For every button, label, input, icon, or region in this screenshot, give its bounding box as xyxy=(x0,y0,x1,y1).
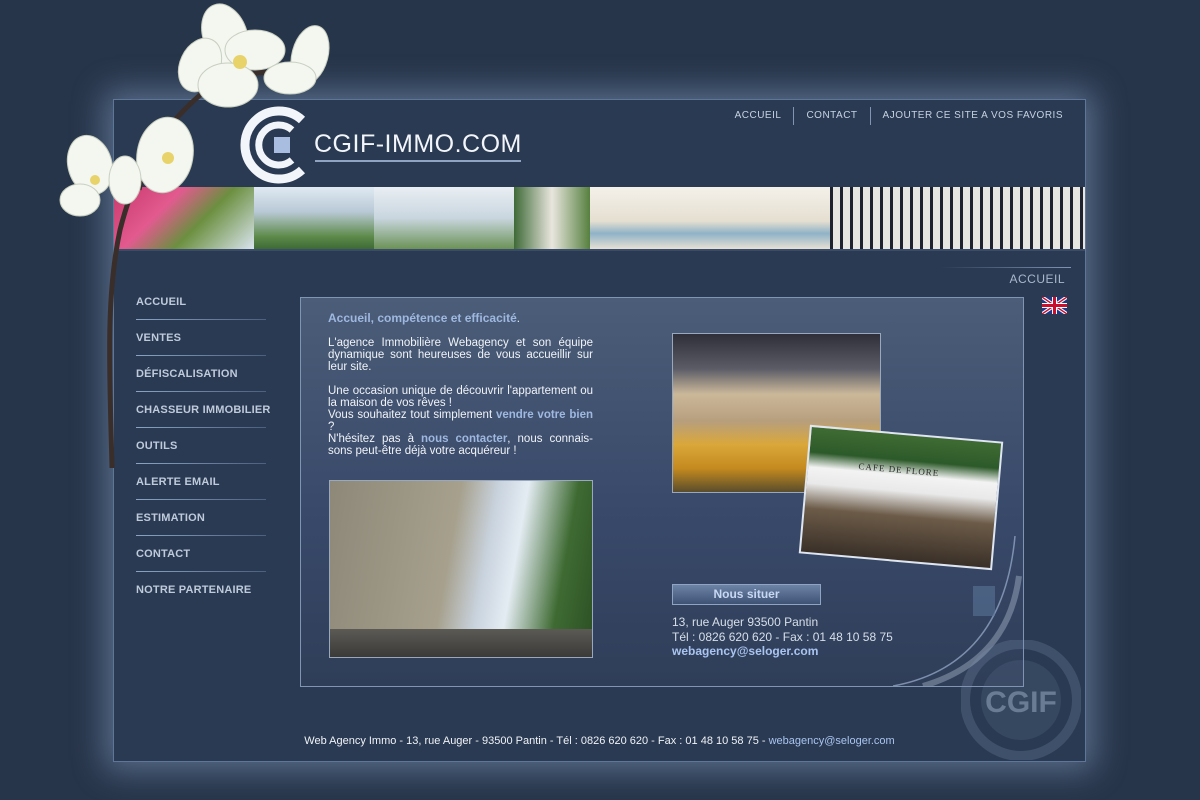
menu-item-label: ALERTE EMAIL xyxy=(136,476,220,488)
cafe-sign-text: CAFE DE FLORE xyxy=(858,461,940,479)
banner-photo-house xyxy=(590,187,830,249)
menu-item-label: NOTRE PARTENAIRE xyxy=(136,584,252,596)
intro-title-end: . xyxy=(516,313,520,325)
locate-us-button[interactable]: Nous situer xyxy=(672,584,821,605)
intro-title: Accueil, compétence et efficacité xyxy=(328,311,517,325)
intro-paragraph-1: L'agence Immobilière Webagency et son éq… xyxy=(328,337,593,373)
contact-us-link[interactable]: nous contacter xyxy=(421,433,507,445)
menu-divider xyxy=(136,499,266,500)
content-panel: Accueil, compétence et efficacité. L'age… xyxy=(300,297,1024,687)
menu-item-notre-partenaire[interactable]: NOTRE PARTENAIRE xyxy=(136,573,286,609)
address-street: 13, rue Auger 93500 Pantin xyxy=(672,615,819,629)
photo-paris-street xyxy=(329,480,593,658)
logo-text: CGIF-IMMO.COM xyxy=(314,130,522,158)
breadcrumb: ACCUEIL xyxy=(1009,272,1065,286)
menu-item-estimation[interactable]: ESTIMATION xyxy=(136,501,286,537)
menu-item-contact[interactable]: CONTACT xyxy=(136,537,286,573)
banner-photo-balcony xyxy=(830,187,1085,249)
intro-contact-text: N'hésitez pas à xyxy=(328,433,422,445)
menu-divider xyxy=(136,571,266,572)
banner-photo-window xyxy=(514,187,590,249)
topnav-contact-link[interactable]: CONTACT xyxy=(794,107,869,125)
footer: Web Agency Immo - 13, rue Auger - 93500 … xyxy=(114,735,1085,747)
top-nav: ACCUEIL CONTACT AJOUTER CE SITE A VOS FA… xyxy=(723,107,1075,125)
intro-sell-text: Vous souhaitez tout simplement xyxy=(328,409,496,421)
sell-property-link[interactable]: vendre votre bien xyxy=(496,409,593,421)
breadcrumb-line xyxy=(941,267,1071,268)
uk-flag-icon[interactable] xyxy=(1042,297,1067,314)
address-phone: Tél : 0826 620 620 - Fax : 01 48 10 58 7… xyxy=(672,629,893,644)
address-block: 13, rue Auger 93500 Pantin Tél : 0826 62… xyxy=(672,615,893,659)
orchid-flower-decoration xyxy=(59,3,330,469)
intro-paragraph-2: Une occasion unique de découvrir l'appar… xyxy=(328,385,593,409)
menu-item-label: ESTIMATION xyxy=(136,512,206,524)
cgif-watermark-text: CGIF xyxy=(985,686,1057,719)
intro-text: Accueil, compétence et efficacité. L'age… xyxy=(328,312,593,457)
address-email-link[interactable]: webagency@seloger.com xyxy=(672,644,893,659)
footer-email-link[interactable]: webagency@seloger.com xyxy=(769,735,895,747)
menu-item-label: CONTACT xyxy=(136,548,191,560)
menu-divider xyxy=(136,535,266,536)
banner-photo-building xyxy=(374,187,514,249)
topnav-favorites-link[interactable]: AJOUTER CE SITE A VOS FAVORIS xyxy=(871,107,1075,125)
logo-underline xyxy=(315,160,521,162)
topnav-accueil-link[interactable]: ACCUEIL xyxy=(723,107,794,125)
menu-item-alerte-email[interactable]: ALERTE EMAIL xyxy=(136,465,286,501)
footer-text: Web Agency Immo - 13, rue Auger - 93500 … xyxy=(304,735,769,747)
